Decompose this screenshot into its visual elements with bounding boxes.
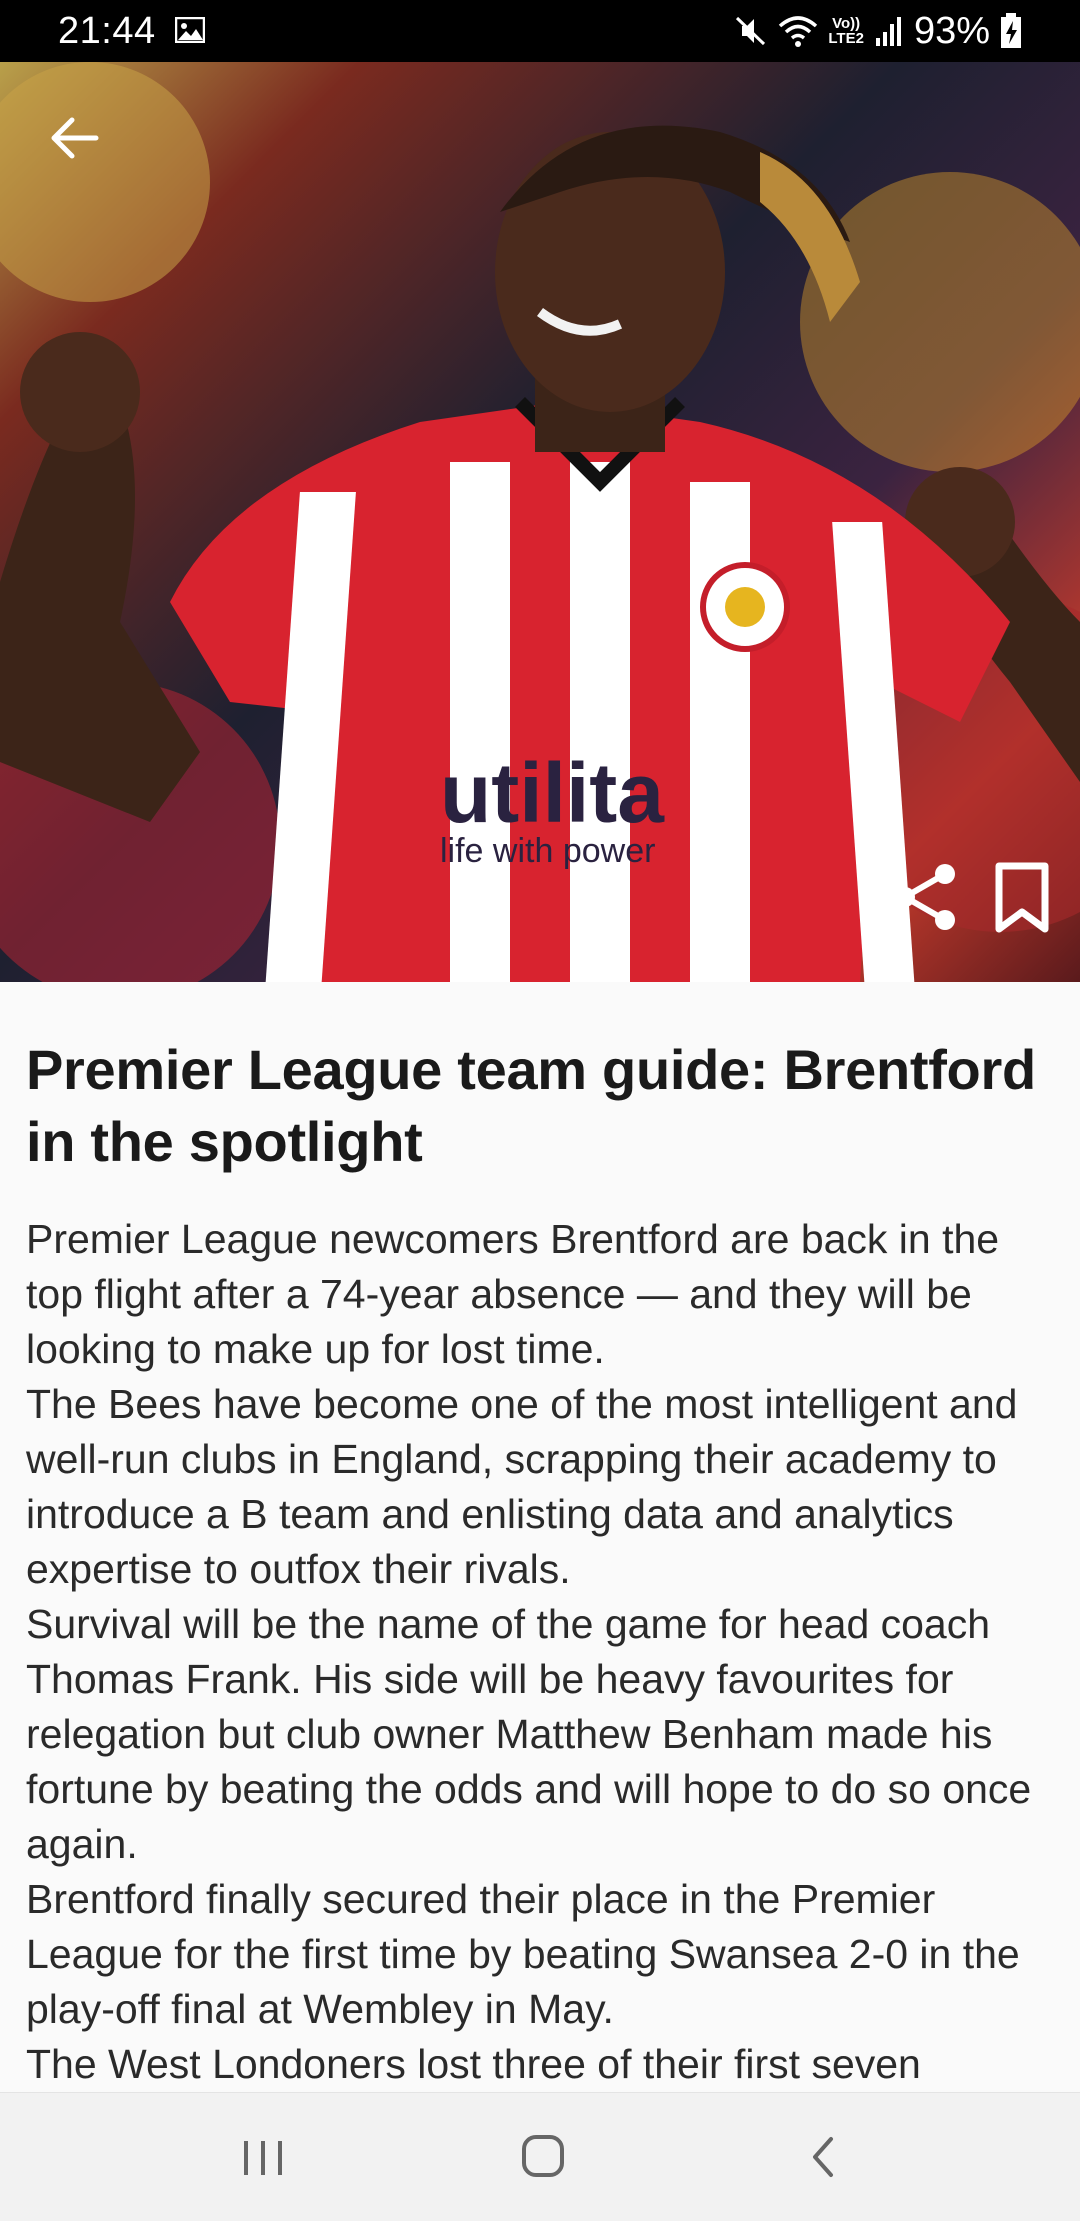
player-photo: utilita life with power: [0, 62, 1080, 982]
battery-percent: 93%: [913, 9, 990, 52]
back-arrow-icon[interactable]: [46, 110, 102, 166]
article-title: Premier League team guide: Brentford in …: [26, 1038, 1036, 1173]
article-hero-image: utilita life with power: [0, 62, 1080, 982]
gallery-icon: [175, 17, 205, 43]
system-nav-bar: [0, 2092, 1080, 2221]
svg-text:utilita: utilita: [440, 746, 665, 840]
signal-icon: [875, 17, 901, 46]
volte-label: Vo)): [832, 15, 861, 32]
mute-icon: [736, 16, 766, 46]
article-body: Premier League newcomers Brentford are b…: [26, 1212, 1066, 2092]
battery-icon: [1001, 13, 1021, 48]
wifi-icon: [779, 16, 818, 47]
lte-label: LTE2: [828, 30, 864, 47]
share-icon[interactable]: [893, 862, 959, 932]
article-paragraph: The Bees have become one of the most int…: [26, 1381, 1018, 1592]
bookmark-icon[interactable]: [994, 862, 1050, 934]
status-bar: 21:44 Vo)) LTE2 93%: [0, 0, 1080, 62]
back-icon[interactable]: [795, 2131, 855, 2183]
recents-icon[interactable]: [233, 2131, 293, 2183]
article-content: Premier League team guide: Brentford in …: [0, 982, 1080, 2092]
home-icon[interactable]: [513, 2131, 573, 2183]
network-label: Vo)) LTE2: [828, 16, 864, 46]
svg-text:life with power: life with power: [440, 832, 655, 870]
status-time: 21:44: [58, 10, 156, 52]
article-paragraph: Survival will be the name of the game fo…: [26, 1601, 1032, 1867]
article-paragraph: The West Londoners lost three of their f…: [26, 2041, 921, 2087]
article-paragraph: Premier League newcomers Brentford are b…: [26, 1216, 1000, 1372]
article-paragraph: Brentford finally secured their place in…: [26, 1876, 1020, 2032]
